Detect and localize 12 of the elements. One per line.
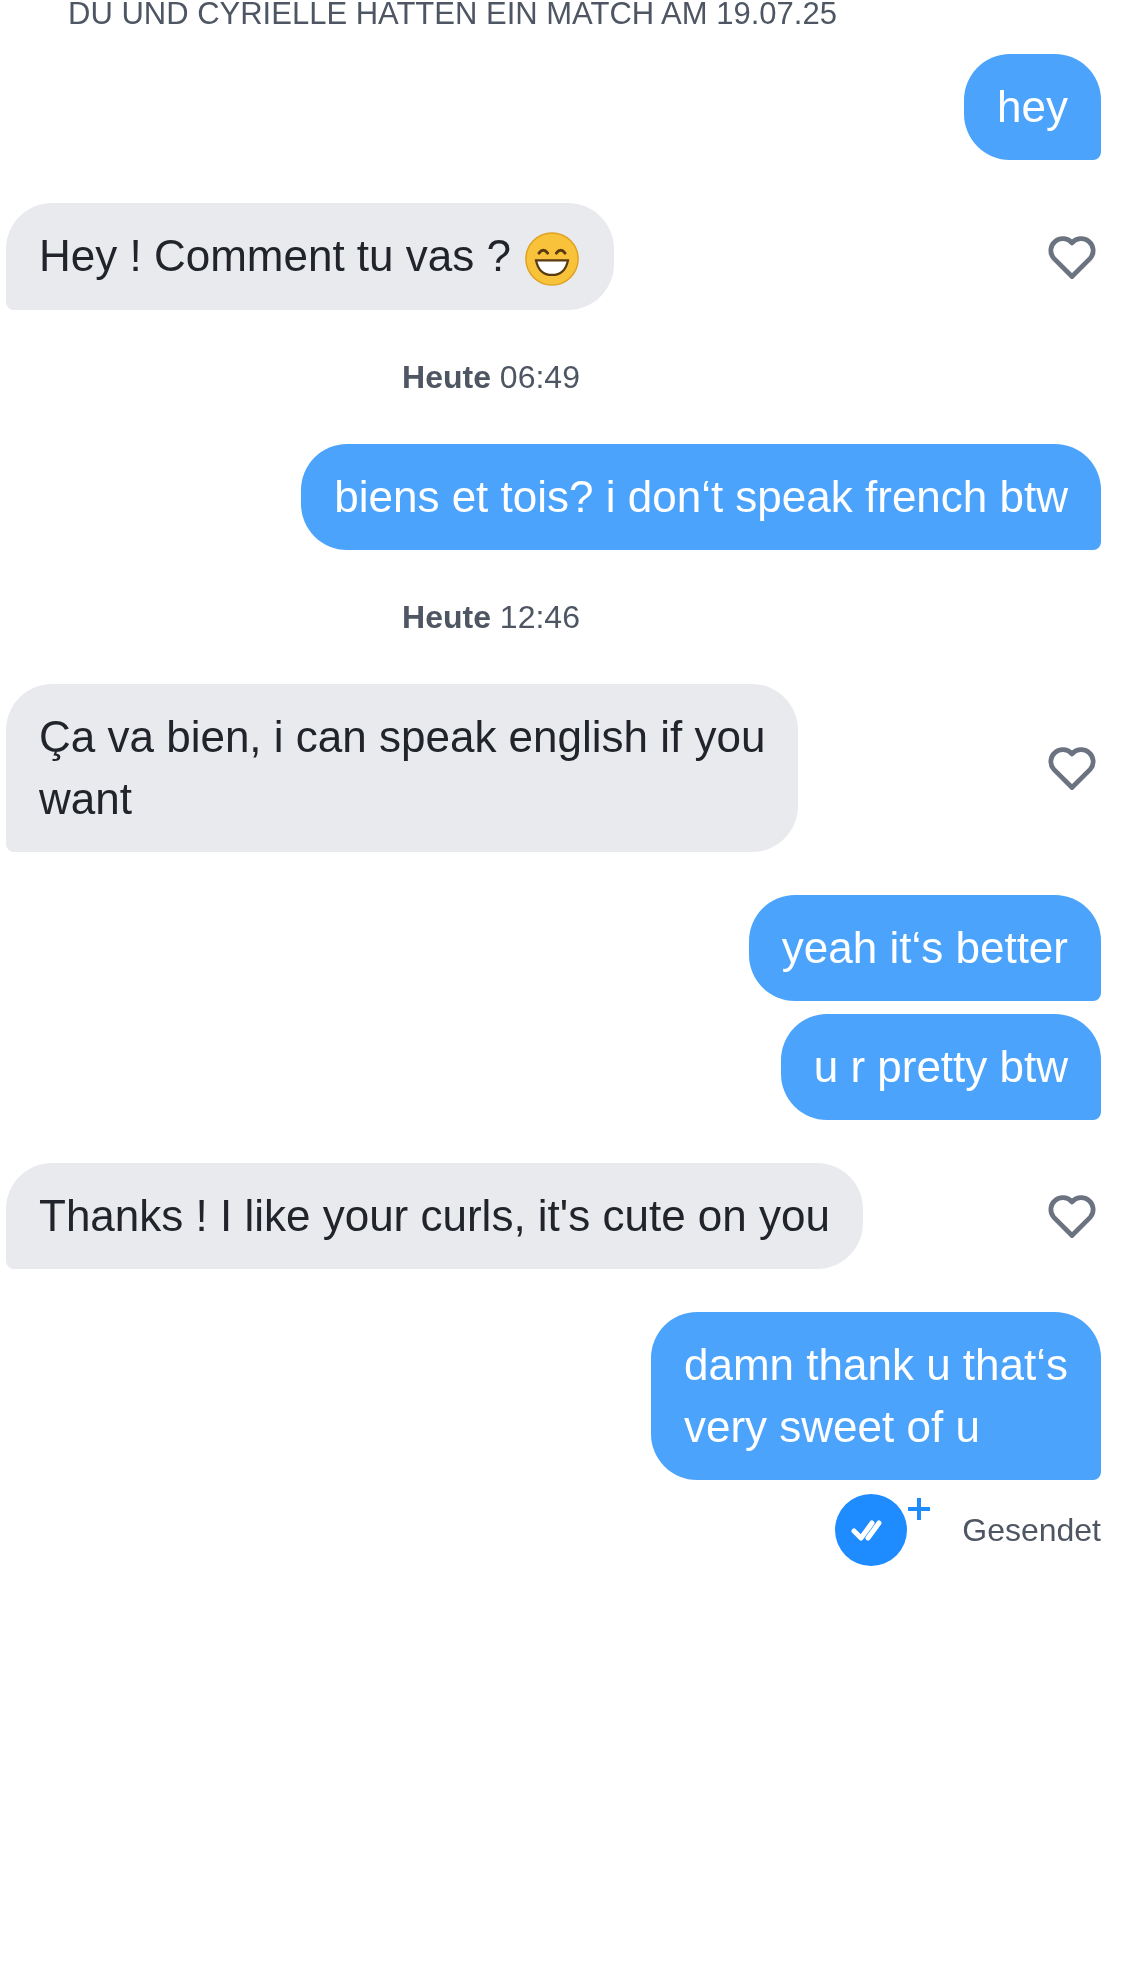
sent-status: Gesendet (962, 1511, 1101, 1551)
received-message: Hey ! Comment tu vas ? (6, 203, 614, 311)
sent-message: hey (964, 54, 1101, 160)
received-message: Thanks ! I like your curls, it's cute on you (6, 1163, 863, 1270)
match-notice: DU UND CYRIELLE HATTEN EIN MATCH AM 19.07.25 (68, 0, 837, 31)
sent-message: yeah it‘s better (748, 895, 1101, 1002)
sent-message: u r pretty btw (780, 1014, 1101, 1121)
sent-message: damn thank u that‘s very sweet of u (651, 1312, 1101, 1481)
sent-message: biens et tois? i don‘t speak french btw (301, 444, 1101, 551)
timestamp: Heute 12:46 (402, 598, 580, 638)
timestamp: Heute 06:49 (402, 358, 580, 398)
received-message: Ça va bien, i can speak english if you want (6, 684, 799, 853)
